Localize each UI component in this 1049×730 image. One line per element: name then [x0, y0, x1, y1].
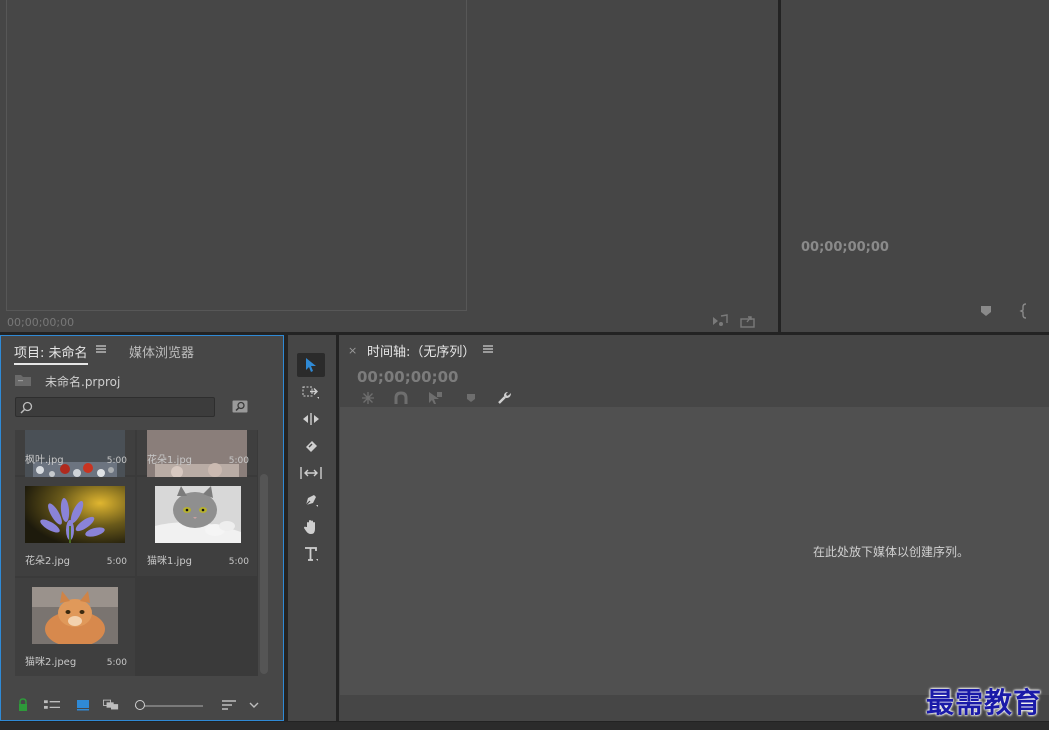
type-tool-icon[interactable] [297, 542, 325, 566]
thumbnail-flowers-2 [25, 486, 125, 543]
watermark-logo: 最需教育 [926, 686, 1043, 719]
media-item-name: 猫咪2.jpeg [25, 657, 77, 668]
search-box[interactable] [15, 397, 215, 417]
ripple-edit-tool-icon[interactable] [297, 407, 325, 431]
find-icon[interactable] [232, 400, 248, 413]
audio-video-toggle-icon[interactable] [712, 314, 728, 328]
media-grid: 枫叶.jpg 5:00 花朵1.jpg 5:00 花朵2.jpg 5:00 猫咪… [15, 430, 258, 676]
bin-folder-icon [14, 373, 32, 387]
snap-magnet-icon[interactable] [393, 391, 409, 405]
list-view-icon[interactable] [44, 698, 60, 712]
media-item[interactable]: 枫叶.jpg 5:00 [15, 430, 135, 480]
media-item-name: 花朵2.jpg [25, 556, 71, 567]
close-icon[interactable]: × [348, 344, 357, 357]
project-file-name: 未命名.prproj [45, 375, 121, 389]
media-item-duration: 5:00 [228, 557, 249, 567]
project-panel: 项目: 未命名 媒体浏览器 未命名.prproj 枫叶.jpg 5:00 花朵1… [0, 335, 284, 721]
export-frame-icon[interactable] [740, 314, 756, 328]
zoom-slider-track[interactable] [135, 705, 203, 707]
timeline-panel: × 时间轴:（无序列） 00;00;00;00 在此处放下媒体以创建序列。 [339, 335, 1049, 721]
wrench-icon[interactable] [496, 391, 512, 405]
project-footer [1, 692, 283, 720]
zoom-slider-handle[interactable] [135, 700, 145, 710]
icon-view-icon[interactable] [75, 698, 91, 712]
lock-icon[interactable] [15, 698, 31, 712]
track-select-tool-icon[interactable] [297, 380, 325, 404]
program-timecode[interactable]: 00;00;00;00 [801, 240, 889, 255]
media-item[interactable]: 花朵2.jpg 5:00 [15, 477, 135, 576]
panel-menu-icon[interactable] [96, 344, 106, 354]
nest-sequence-icon[interactable] [360, 391, 376, 405]
media-item-name: 枫叶.jpg [25, 455, 64, 466]
media-item-duration: 5:00 [106, 658, 127, 668]
hand-tool-icon[interactable] [297, 515, 325, 539]
search-input[interactable] [38, 398, 212, 416]
timeline-timecode[interactable]: 00;00;00;00 [357, 368, 459, 386]
tab-project[interactable]: 项目: 未命名 [14, 342, 88, 365]
media-item[interactable]: 猫咪2.jpeg 5:00 [15, 578, 135, 676]
media-item-duration: 5:00 [106, 456, 127, 466]
media-item-name: 花朵1.jpg [147, 455, 193, 466]
tools-panel [288, 335, 336, 721]
freeform-view-icon[interactable] [103, 698, 119, 712]
add-marker-icon[interactable] [463, 391, 479, 405]
tab-media-browser[interactable]: 媒体浏览器 [129, 342, 194, 361]
mark-in-icon[interactable] [1019, 303, 1029, 319]
media-item[interactable]: 花朵1.jpg 5:00 [137, 430, 257, 480]
search-icon [20, 401, 33, 414]
slip-tool-icon[interactable] [297, 461, 325, 485]
thumbnail-cat-2 [32, 587, 118, 644]
media-item-duration: 5:00 [106, 557, 127, 567]
source-monitor: 00;00;00;00 [0, 0, 778, 332]
selection-tool-icon[interactable] [297, 353, 325, 377]
marker-icon[interactable] [980, 305, 992, 317]
source-video-frame[interactable] [6, 0, 467, 311]
timeline-drop-hint: 在此处放下媒体以创建序列。 [812, 545, 969, 559]
thumbnail-cat-1 [155, 486, 241, 543]
sort-icon[interactable] [221, 698, 237, 712]
media-scrollbar[interactable] [260, 474, 268, 674]
media-item-name: 猫咪1.jpg [147, 556, 193, 567]
program-monitor: 00;00;00;00 [781, 0, 1049, 332]
chevron-down-icon[interactable] [246, 698, 262, 712]
pen-tool-icon[interactable] [297, 488, 325, 512]
linked-selection-icon[interactable] [427, 391, 443, 405]
status-bar [0, 722, 1049, 730]
media-item-duration: 5:00 [228, 456, 249, 466]
timeline-drop-area[interactable]: 在此处放下媒体以创建序列。 [340, 407, 1049, 695]
media-item[interactable]: 猫咪1.jpg 5:00 [137, 477, 257, 576]
panel-menu-icon[interactable] [483, 344, 493, 354]
razor-tool-icon[interactable] [297, 434, 325, 458]
source-timecode[interactable]: 00;00;00;00 [7, 316, 74, 329]
timeline-title[interactable]: 时间轴:（无序列） [367, 341, 475, 360]
